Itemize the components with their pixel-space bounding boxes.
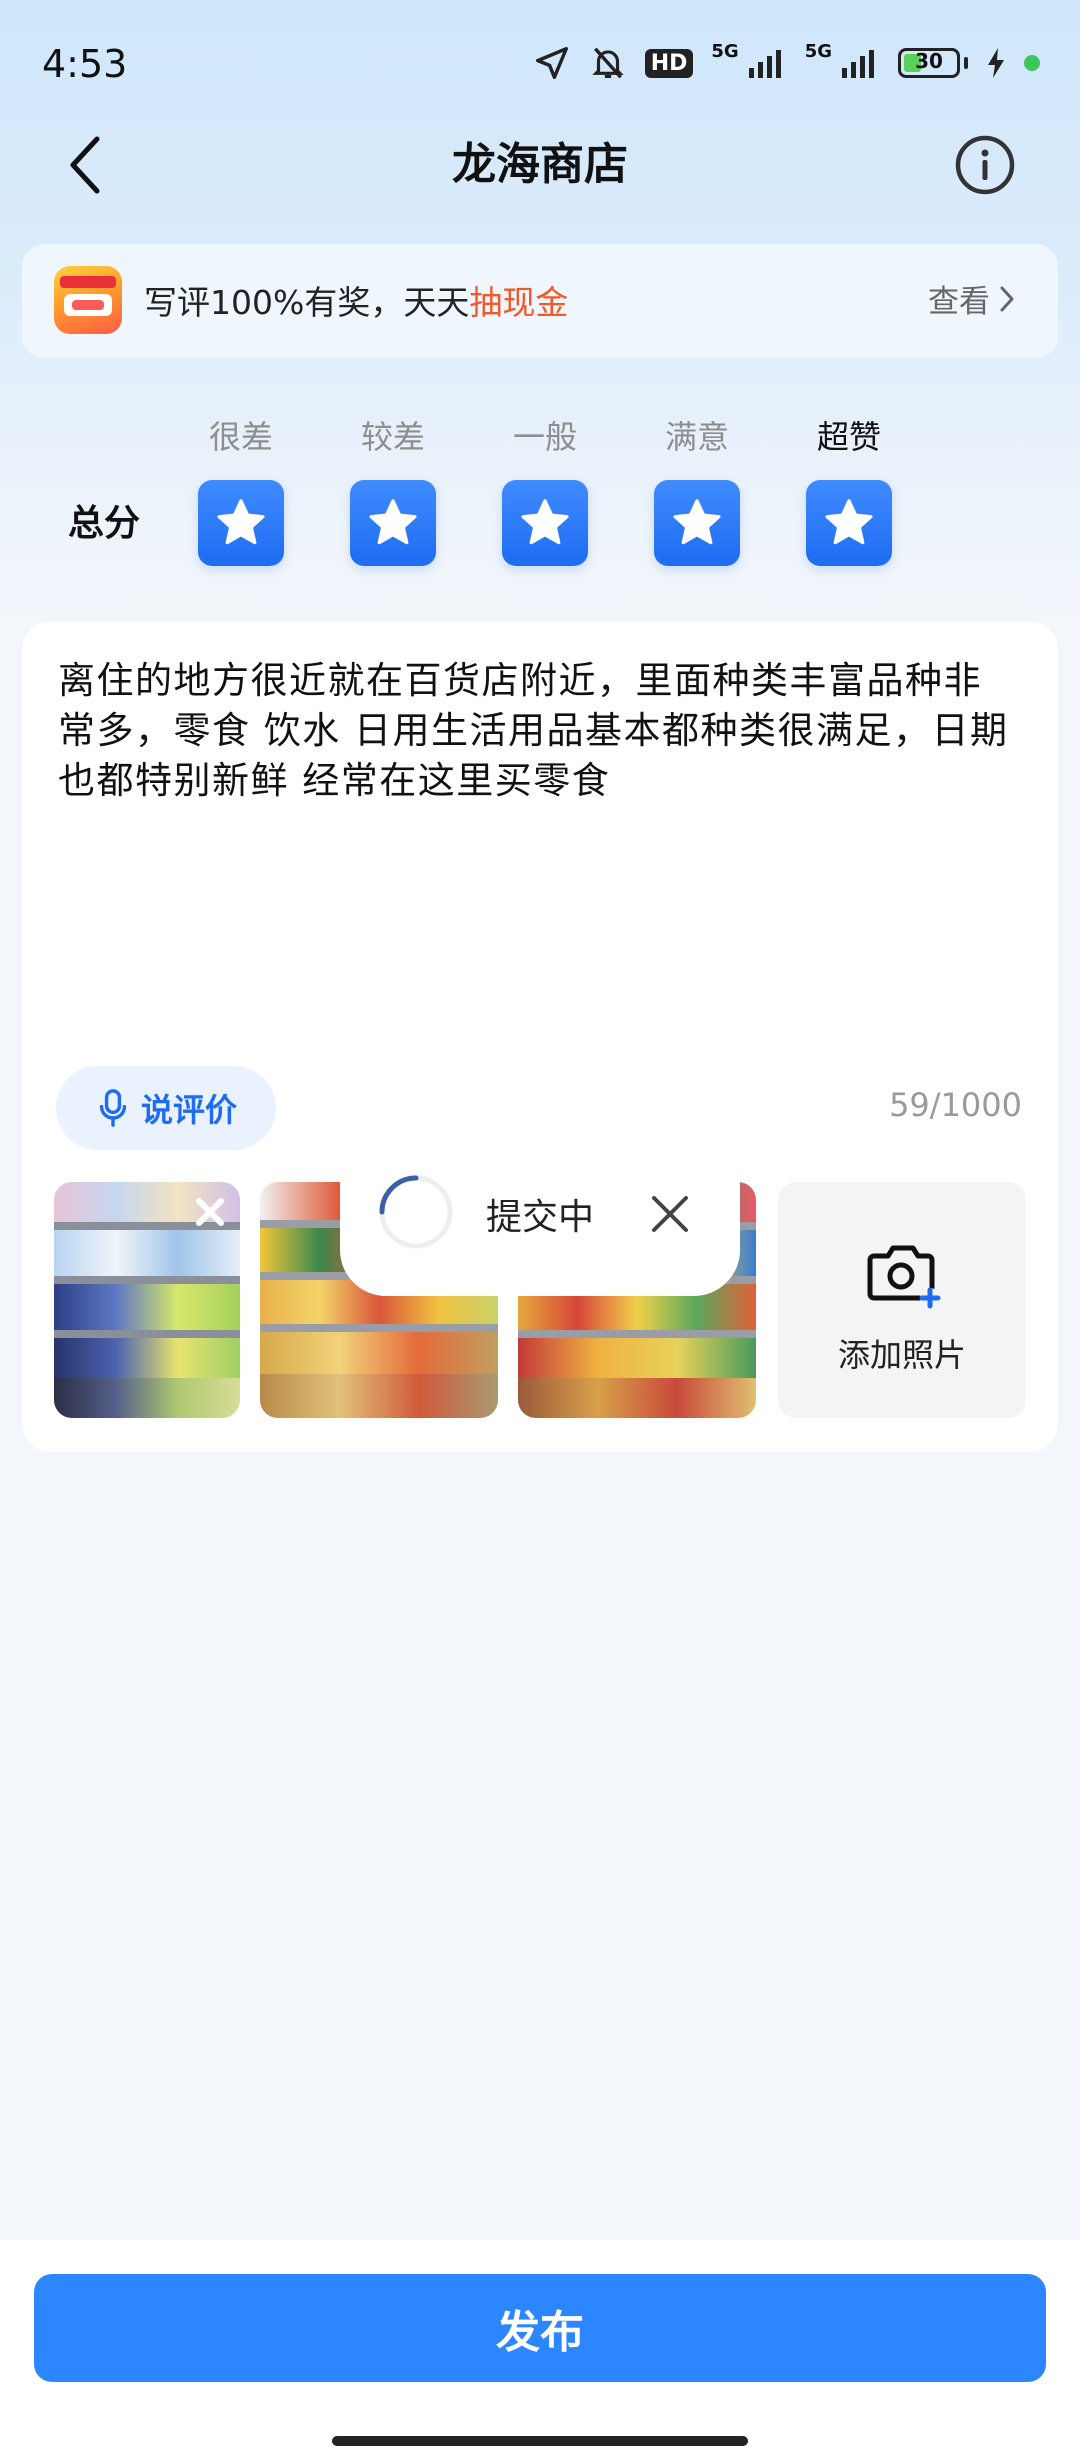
signal-icon bbox=[747, 48, 787, 78]
info-button[interactable] bbox=[950, 130, 1020, 200]
chevron-right-icon bbox=[1000, 286, 1014, 311]
loading-spinner-icon bbox=[376, 1172, 456, 1256]
voice-review-label: 说评价 bbox=[140, 1091, 237, 1129]
rating-label-3: 一般 bbox=[512, 418, 577, 456]
promo-banner[interactable]: 写评100%有奖，天天抽现金 查看 bbox=[22, 244, 1058, 358]
publish-button[interactable]: 发布 bbox=[34, 2274, 1046, 2382]
privacy-indicator-dot bbox=[1024, 55, 1040, 71]
close-icon bbox=[652, 1196, 688, 1232]
battery-icon: 30 bbox=[898, 48, 960, 78]
character-count: 59/1000 bbox=[889, 1086, 1022, 1124]
close-icon bbox=[196, 1198, 224, 1226]
battery-cap bbox=[964, 57, 968, 69]
star-icon bbox=[369, 499, 417, 545]
submitting-text: 提交中 bbox=[486, 1197, 595, 1238]
status-time: 4:53 bbox=[42, 42, 128, 86]
toast-close-button[interactable] bbox=[642, 1186, 698, 1242]
microphone-icon bbox=[99, 1089, 127, 1127]
home-indicator[interactable] bbox=[332, 2436, 748, 2446]
review-photo-1[interactable] bbox=[54, 1182, 240, 1418]
add-camera-icon bbox=[867, 1245, 941, 1309]
remove-photo-button[interactable] bbox=[190, 1192, 230, 1232]
info-icon bbox=[955, 135, 1015, 195]
star-icon bbox=[673, 499, 721, 545]
header: 龙海商店 bbox=[0, 110, 1080, 210]
promo-logo bbox=[54, 266, 122, 334]
star-button-4[interactable] bbox=[654, 480, 740, 566]
star-icon bbox=[825, 499, 873, 545]
star-button-5[interactable] bbox=[806, 480, 892, 566]
add-photo-button[interactable]: 添加照片 bbox=[778, 1182, 1026, 1418]
network-type-label-2: 5G bbox=[804, 40, 832, 62]
page-title: 龙海商店 bbox=[452, 139, 628, 190]
battery-level: 30 bbox=[915, 49, 943, 73]
submitting-toast: 提交中 bbox=[340, 1146, 740, 1296]
location-icon bbox=[533, 44, 571, 82]
total-score-label: 总分 bbox=[68, 503, 141, 544]
rating-labels: 很差 较差 一般 满意 超赞 bbox=[0, 412, 1080, 462]
network-type-label: 5G bbox=[711, 40, 739, 62]
status-icons: HD 5G 5G 30 bbox=[533, 40, 1040, 82]
rating-label-5: 超赞 bbox=[816, 418, 881, 456]
promo-view-link[interactable]: 查看 bbox=[928, 276, 1016, 321]
star-button-2[interactable] bbox=[350, 480, 436, 566]
star-icon bbox=[217, 499, 265, 545]
mute-bell-icon bbox=[589, 44, 627, 82]
rating-label-2: 较差 bbox=[360, 418, 425, 456]
rating-label-1: 很差 bbox=[208, 418, 273, 456]
star-button-3[interactable] bbox=[502, 480, 588, 566]
hd-voice-badge: HD bbox=[644, 48, 694, 78]
star-button-1[interactable] bbox=[198, 480, 284, 566]
review-textarea[interactable]: 离住的地方很近就在百货店附近，里面种类丰富品种非常多，零食 饮水 日用生活用品基… bbox=[58, 656, 1018, 806]
bottom-bar: 发布 bbox=[0, 2240, 1080, 2460]
charging-icon bbox=[986, 47, 1006, 79]
promo-link-label: 查看 bbox=[928, 284, 990, 320]
promo-text: 写评100%有奖，天天抽现金 bbox=[144, 276, 568, 324]
signal-icon-2 bbox=[840, 48, 880, 78]
review-card: 离住的地方很近就在百货店附近，里面种类丰富品种非常多，零食 饮水 日用生活用品基… bbox=[22, 622, 1058, 1452]
promo-text-prefix: 写评100%有奖，天天 bbox=[144, 283, 470, 322]
rating-label-4: 满意 bbox=[664, 418, 729, 456]
add-photo-label: 添加照片 bbox=[837, 1336, 966, 1374]
promo-text-highlight: 抽现金 bbox=[469, 283, 569, 322]
star-icon bbox=[521, 499, 569, 545]
voice-review-button[interactable]: 说评价 bbox=[56, 1066, 276, 1150]
